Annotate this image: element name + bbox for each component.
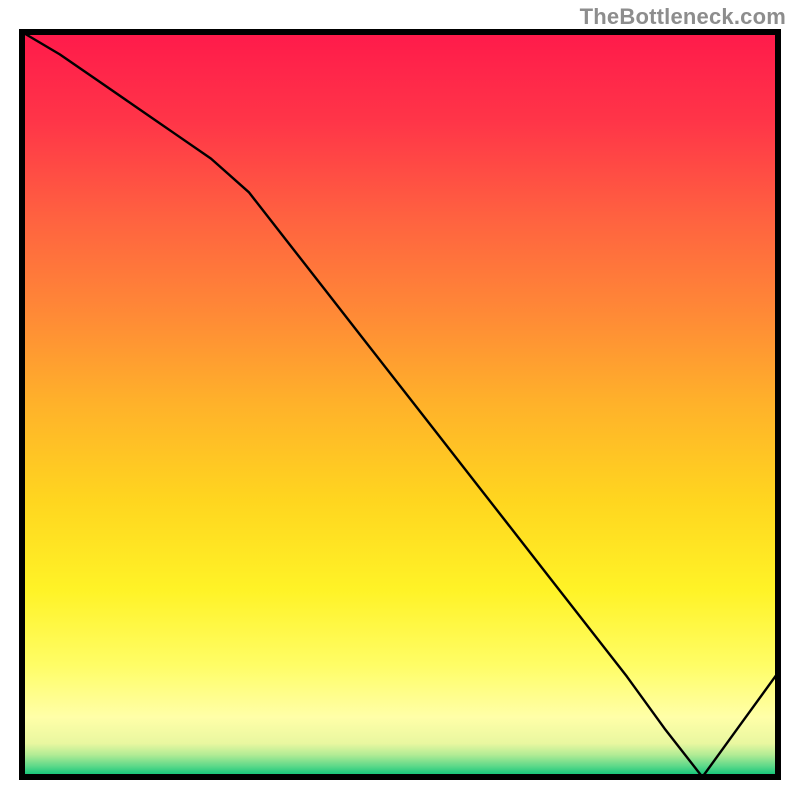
plot-background <box>22 32 778 777</box>
bottleneck-chart <box>0 0 800 800</box>
chart-container: TheBottleneck.com <box>0 0 800 800</box>
